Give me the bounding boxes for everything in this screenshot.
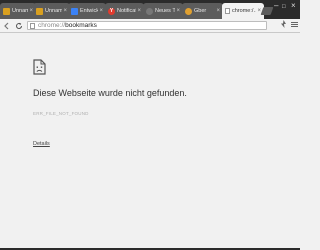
app-icon (185, 7, 192, 15)
error-heading: Diese Webseite wurde nicht gefunden. (33, 88, 187, 98)
tab-4[interactable]: Neues T… × (143, 3, 183, 19)
close-icon[interactable]: × (137, 8, 141, 14)
tab-title: Unnam… (45, 8, 63, 14)
tab-title: Neues T… (155, 8, 176, 14)
toolbar-right (280, 20, 298, 30)
tab-title: Entwickl… (80, 8, 99, 14)
close-icon[interactable]: × (99, 8, 103, 14)
url-path: bookmarks (65, 22, 97, 29)
menu-icon[interactable] (291, 21, 298, 30)
close-icon[interactable]: × (216, 8, 220, 14)
tab-5[interactable]: Gber × (182, 3, 223, 19)
new-tab-button[interactable] (260, 7, 274, 15)
back-icon[interactable] (2, 21, 12, 31)
close-window-icon[interactable]: × (291, 2, 296, 10)
tab-0[interactable]: Unnam… × (0, 3, 36, 19)
close-icon[interactable]: × (63, 8, 67, 14)
close-icon[interactable]: × (176, 8, 180, 14)
yandex-icon: Y (108, 7, 115, 15)
sad-document-icon (33, 59, 46, 75)
error-code: ERR_FILE_NOT_FOUND (33, 111, 89, 116)
extension-icon[interactable] (280, 20, 287, 30)
address-bar[interactable]: chrome://bookmarks (27, 21, 267, 30)
tab-title: Unnam… (12, 8, 29, 14)
document-icon (71, 7, 78, 15)
tab-3[interactable]: Y Notificat… × (105, 3, 144, 19)
folder-icon (3, 7, 10, 15)
minimize-icon[interactable]: – (274, 2, 278, 10)
folder-icon (36, 7, 43, 15)
maximize-icon[interactable]: □ (282, 3, 286, 11)
details-link[interactable]: Details (33, 141, 50, 147)
tab-2[interactable]: Entwickl… × (68, 3, 106, 19)
url-scheme: chrome:// (38, 22, 66, 29)
page-icon (225, 8, 230, 14)
tab-title: Notificat… (117, 8, 136, 14)
tab-strip: Unnam… × Unnam… × Entwickl… × Y Notifica… (0, 0, 300, 19)
tab-1[interactable]: Unnam… × (33, 3, 70, 19)
page-icon (30, 22, 35, 29)
tab-6-active[interactable]: chrome:/… × (222, 3, 264, 19)
tab-title: Gber (194, 8, 207, 14)
tab-title: chrome:/… (232, 8, 257, 14)
reload-icon[interactable] (14, 21, 24, 31)
globe-icon (146, 7, 153, 15)
